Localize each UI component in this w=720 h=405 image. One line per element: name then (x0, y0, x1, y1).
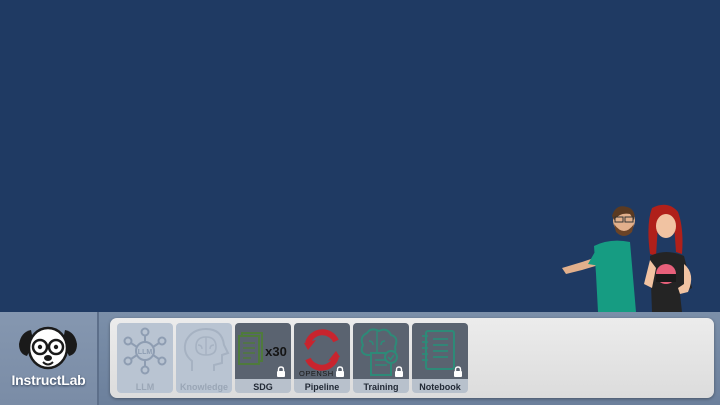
sdg-multiplier: x30 (265, 344, 287, 359)
tile-label: Training (363, 382, 399, 392)
lock-icon (395, 366, 403, 377)
brand-panel[interactable]: InstructLab (0, 312, 99, 405)
tile-training[interactable]: Training (353, 323, 409, 393)
characters-illustration (562, 204, 692, 312)
man-figure (562, 206, 636, 312)
woman-figure (644, 204, 692, 312)
tile-label: Pipeline (304, 382, 340, 392)
bottom-toolbar: InstructLab LLM LLM Knowledge x30 SDG OP… (0, 312, 720, 405)
tool-tray: LLM LLM Knowledge x30 SDG OPENSH Pipelin… (110, 318, 714, 398)
llm-network-icon: LLM (123, 327, 167, 375)
tile-sdg[interactable]: x30 SDG (235, 323, 291, 393)
tile-notebook[interactable]: Notebook (412, 323, 468, 393)
openshift-wordmark: OPENSH (299, 369, 334, 378)
brain-head-icon (183, 327, 230, 371)
tile-label: LLM (135, 382, 155, 392)
tile-knowledge[interactable]: Knowledge (176, 323, 232, 393)
tile-label: SDG (253, 382, 273, 392)
tile-llm[interactable]: LLM LLM (117, 323, 173, 393)
brand-name: InstructLab (11, 372, 86, 388)
svg-text:LLM: LLM (138, 349, 153, 356)
lock-icon (277, 366, 285, 377)
lock-icon (454, 366, 462, 377)
lock-icon (336, 366, 344, 377)
tile-pipeline[interactable]: OPENSH Pipeline (294, 323, 350, 393)
tile-label: Knowledge (179, 382, 228, 392)
tile-label: Notebook (419, 382, 461, 392)
dog-glasses-icon (19, 326, 77, 370)
